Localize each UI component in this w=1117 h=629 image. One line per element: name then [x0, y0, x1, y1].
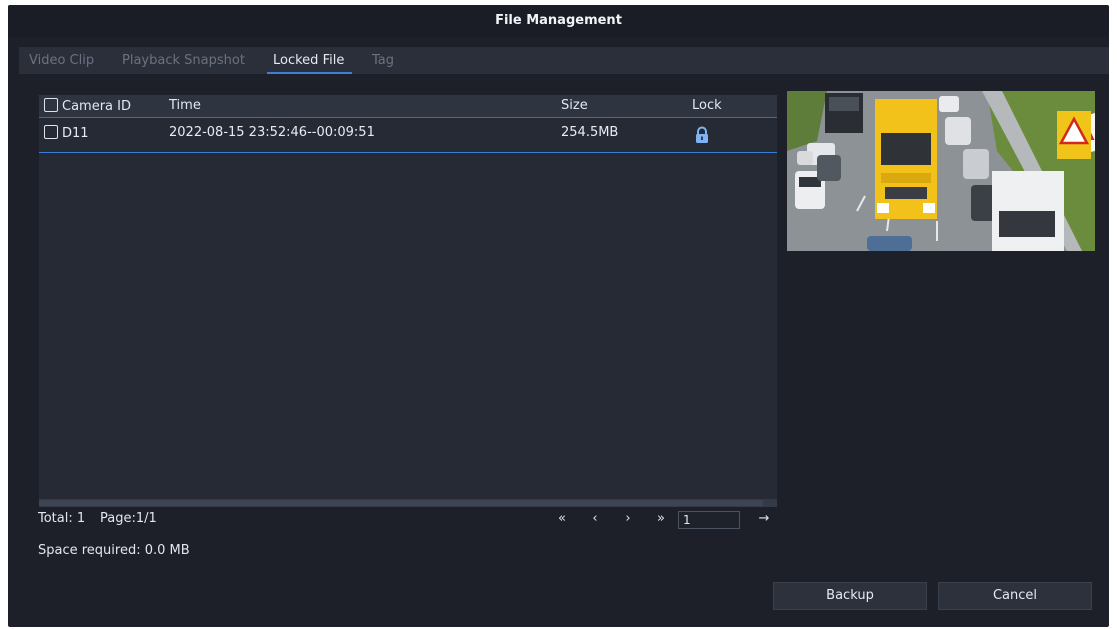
backup-button[interactable]: Backup: [773, 582, 927, 610]
row-checkbox[interactable]: [44, 125, 58, 139]
tab-bar: Video Clip Playback Snapshot Locked File…: [19, 47, 1109, 74]
header-size: Size: [561, 98, 588, 113]
tab-tag[interactable]: Tag: [372, 47, 394, 74]
horizontal-scrollbar[interactable]: [39, 499, 777, 507]
row-camera-id: D11: [44, 125, 89, 141]
tab-locked-file[interactable]: Locked File: [266, 47, 353, 74]
total-count: Total: 1: [38, 511, 86, 526]
cancel-button[interactable]: Cancel: [938, 582, 1092, 610]
file-management-window: File Management Video Clip Playback Snap…: [8, 5, 1109, 627]
window-title: File Management: [8, 5, 1109, 37]
padlock-icon[interactable]: [694, 126, 710, 148]
go-to-page-button[interactable]: →: [756, 511, 772, 526]
select-all-checkbox[interactable]: [44, 98, 58, 112]
page-indicator: Page:1/1: [100, 511, 157, 526]
next-page-button[interactable]: ›: [620, 511, 636, 526]
header-lock: Lock: [692, 98, 722, 113]
table-row[interactable]: D11 2022-08-15 23:52:46--00:09:51 254.5M…: [39, 118, 777, 153]
space-required: Space required: 0.0 MB: [38, 543, 190, 558]
header-camera-id: Camera ID: [44, 98, 131, 114]
last-page-button[interactable]: »: [653, 511, 669, 526]
video-preview-thumbnail: [787, 91, 1095, 251]
table-header: Camera ID Time Size Lock: [39, 95, 777, 118]
page-number-input[interactable]: [678, 511, 740, 529]
row-time: 2022-08-15 23:52:46--00:09:51: [169, 125, 375, 140]
header-time: Time: [169, 98, 201, 113]
tab-video-clip[interactable]: Video Clip: [29, 47, 94, 74]
locked-file-table: Camera ID Time Size Lock D11 2022-08-15 …: [39, 95, 777, 507]
previous-page-button[interactable]: ‹: [587, 511, 603, 526]
first-page-button[interactable]: «: [554, 511, 570, 526]
tab-playback-snapshot[interactable]: Playback Snapshot: [122, 47, 245, 74]
traffic-scene-image: [787, 91, 1095, 251]
row-size: 254.5MB: [561, 125, 619, 140]
scrollbar-thumb[interactable]: [39, 500, 763, 506]
